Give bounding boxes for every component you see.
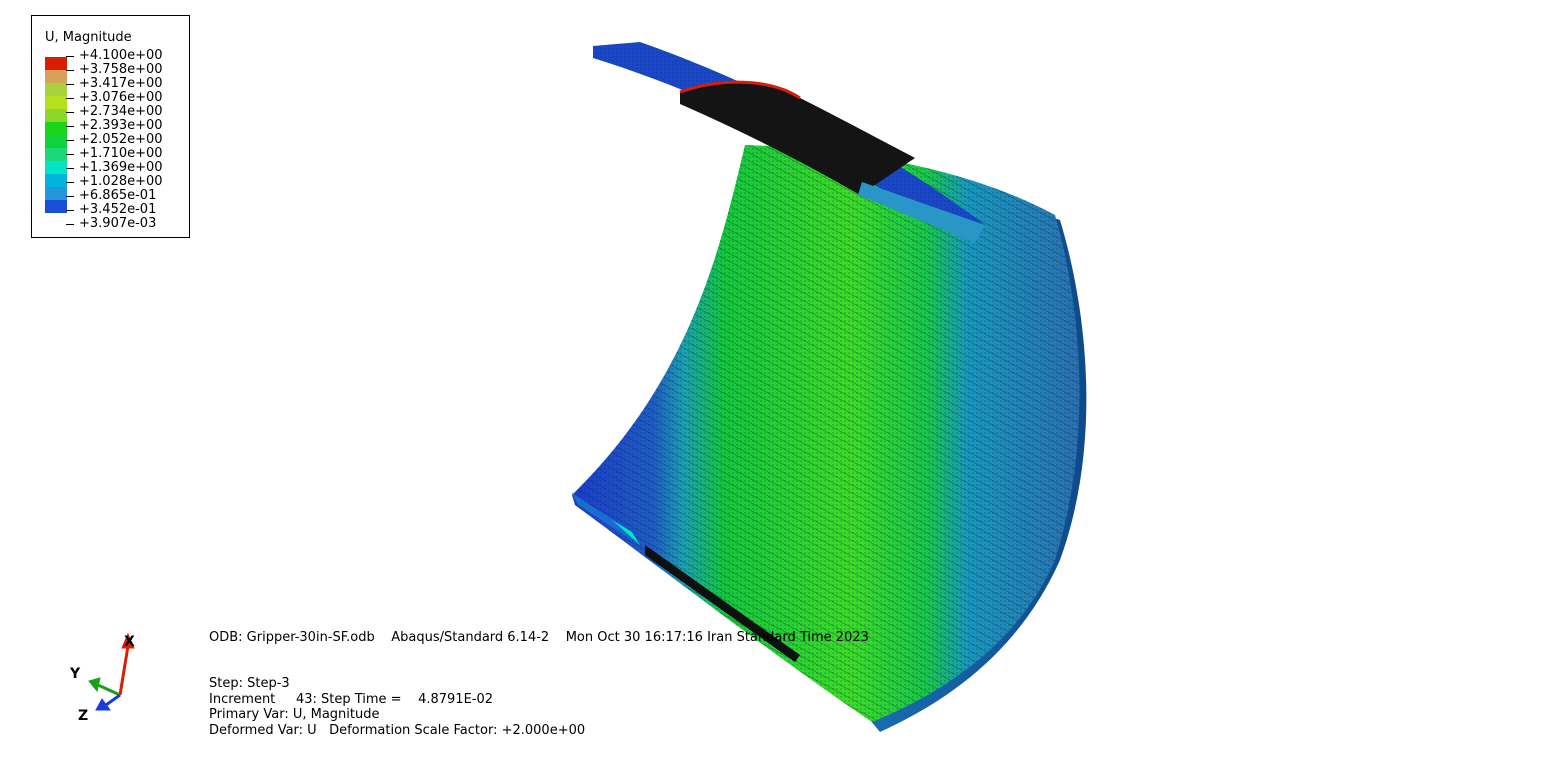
legend-value: +1.028e+00 bbox=[79, 174, 163, 189]
legend-swatch bbox=[45, 200, 67, 213]
step-label: Step: Step-3 bbox=[209, 676, 290, 691]
legend-color-bar bbox=[45, 57, 67, 213]
legend-swatch bbox=[45, 83, 67, 96]
step-info-block: Step: Step-3 Increment 43: Step Time = 4.… bbox=[209, 676, 585, 738]
legend-swatch bbox=[45, 187, 67, 200]
model-viewport[interactable] bbox=[0, 0, 1560, 767]
legend-value: +2.734e+00 bbox=[79, 104, 163, 119]
legend-swatch bbox=[45, 96, 67, 109]
y-axis-arrow bbox=[97, 683, 121, 697]
legend-value: +3.417e+00 bbox=[79, 76, 163, 91]
z-axis-label: Z bbox=[78, 708, 88, 724]
legend-value: +6.865e-01 bbox=[79, 188, 157, 203]
increment-label: Increment 43: Step Time = 4.8791E-02 bbox=[209, 691, 494, 707]
legend-swatch bbox=[45, 70, 67, 83]
legend-title: U, Magnitude bbox=[45, 30, 132, 45]
legend-value: +2.393e+00 bbox=[79, 118, 163, 133]
legend-value: +4.100e+00 bbox=[79, 48, 163, 63]
view-triad[interactable]: X Y Z bbox=[62, 628, 152, 728]
deformed-var-label: Deformed Var: U Deformation Scale Factor… bbox=[209, 722, 586, 738]
legend-value: +3.907e-03 bbox=[79, 216, 157, 231]
legend-value: +1.710e+00 bbox=[79, 146, 163, 161]
deformed-model-plot bbox=[572, 42, 1087, 732]
z-axis-arrow bbox=[105, 693, 121, 707]
x-axis-label: X bbox=[124, 634, 135, 650]
legend-swatch bbox=[45, 122, 67, 135]
legend-swatch bbox=[45, 174, 67, 187]
legend-swatch bbox=[45, 109, 67, 122]
legend-value: +3.076e+00 bbox=[79, 90, 163, 105]
legend-value: +3.452e-01 bbox=[79, 202, 157, 217]
legend-value: +1.369e+00 bbox=[79, 160, 163, 175]
legend-value: +3.758e+00 bbox=[79, 62, 163, 77]
legend-swatch bbox=[45, 161, 67, 174]
y-axis-label: Y bbox=[69, 666, 81, 682]
legend-swatch bbox=[45, 148, 67, 161]
legend-swatch bbox=[45, 57, 67, 70]
legend-value: +2.052e+00 bbox=[79, 132, 163, 147]
legend-swatch bbox=[45, 135, 67, 148]
odb-info-line: ODB: Gripper-30in-SF.odb Abaqus/Standard… bbox=[209, 630, 869, 645]
primary-var-label: Primary Var: U, Magnitude bbox=[209, 707, 380, 722]
x-axis-arrow bbox=[118, 645, 130, 696]
contour-legend: U, Magnitude +4.100e+00 +3.758e+00 +3.41… bbox=[31, 15, 190, 238]
